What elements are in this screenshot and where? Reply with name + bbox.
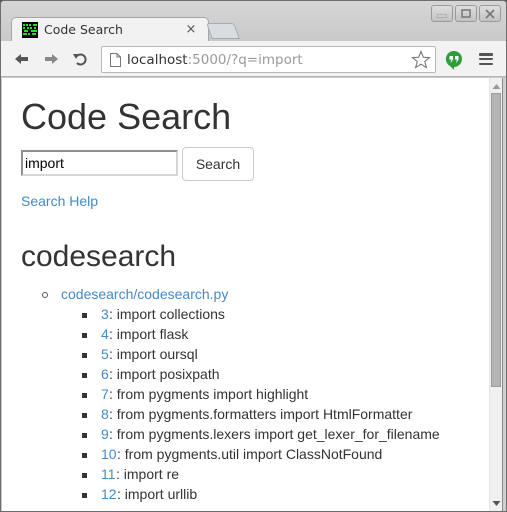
line-number-link[interactable]: 8 (101, 406, 109, 422)
line-number-link[interactable]: 12 (101, 486, 117, 502)
square-bullet-icon (82, 393, 87, 398)
vertical-scrollbar[interactable] (489, 78, 502, 511)
browser-window: Code Search × localhost:5000/?q=import C… (0, 0, 507, 512)
match-code: : import re (116, 466, 179, 482)
window-controls (431, 5, 501, 22)
scroll-up-arrow-icon[interactable] (492, 82, 501, 91)
close-window-button[interactable] (479, 5, 501, 22)
page-icon (110, 52, 121, 67)
match-text: import oursql (116, 346, 198, 362)
square-bullet-icon (82, 433, 87, 438)
match-code: : from pygments.lexers import get_lexer_… (109, 426, 440, 442)
search-help-link[interactable]: Search Help (21, 193, 98, 209)
square-bullet-icon (82, 493, 87, 498)
circle-bullet-icon (42, 292, 48, 298)
line-number-link[interactable]: 3 (101, 306, 109, 322)
maximize-icon (461, 9, 471, 18)
bookmark-star-icon[interactable] (411, 49, 431, 70)
forward-arrow-icon (45, 54, 58, 64)
line-number-link[interactable]: 5 (101, 346, 109, 362)
repository-title: codesearch (21, 240, 177, 273)
back-button[interactable] (13, 50, 31, 68)
match-text: import re (123, 466, 180, 482)
match-text: import flask (116, 326, 189, 342)
match-text: import urllib (124, 486, 198, 502)
browser-tab-content[interactable]: Code Search × (11, 17, 209, 42)
square-bullet-icon (82, 373, 87, 378)
square-bullet-icon (82, 453, 87, 458)
match-code: : from pygments.formatters import HtmlFo… (109, 406, 412, 422)
match-separator: : (109, 366, 117, 382)
match-text: from pygments.lexers import get_lexer_fo… (116, 426, 440, 442)
match-code: : import oursql (109, 346, 198, 362)
match-text: from pygments.formatters import HtmlForm… (116, 406, 413, 422)
match-code: : import posixpath (109, 366, 220, 382)
square-bullet-icon (82, 413, 87, 418)
scroll-down-arrow-icon[interactable] (492, 499, 501, 508)
url-path: :5000/?q=import (187, 51, 303, 68)
match-code: : import flask (109, 326, 188, 342)
chrome-menu-icon[interactable] (479, 53, 493, 66)
file-path-link[interactable]: codesearch/codesearch.py (61, 286, 228, 302)
forward-button[interactable] (42, 50, 60, 68)
line-number-link[interactable]: 7 (101, 386, 109, 402)
line-number-link[interactable]: 6 (101, 366, 109, 382)
match-separator: : (109, 386, 117, 402)
minimize-icon (437, 14, 447, 17)
hangouts-extension-icon[interactable] (445, 50, 463, 70)
page-viewport: Code Search Search Search Help codesearc… (2, 78, 489, 511)
match-separator: : (109, 426, 117, 442)
url-text[interactable]: localhost:5000/?q=import (127, 52, 411, 68)
match-separator: : (109, 306, 117, 322)
minimize-button[interactable] (431, 5, 453, 22)
match-text: import collections (116, 306, 225, 322)
address-bar[interactable]: localhost:5000/?q=import (101, 46, 436, 73)
codesearch-favicon-icon (22, 21, 38, 38)
match-code: : from pygments import highlight (109, 386, 308, 402)
square-bullet-icon (82, 473, 87, 478)
square-bullet-icon (82, 333, 87, 338)
reload-button[interactable] (71, 50, 89, 68)
page-title: Code Search (21, 96, 232, 137)
browser-toolbar: localhost:5000/?q=import (1, 41, 506, 77)
reload-icon (73, 53, 87, 66)
square-bullet-icon (82, 313, 87, 318)
search-button[interactable]: Search (182, 147, 254, 181)
match-code: : import collections (109, 306, 225, 322)
match-text: from pygments.util import ClassNotFound (124, 446, 383, 462)
new-tab-button[interactable] (206, 23, 240, 39)
match-separator: : (116, 466, 124, 482)
scrollbar-thumb[interactable] (491, 93, 501, 387)
url-host: localhost (127, 51, 188, 68)
match-separator: : (117, 446, 125, 462)
window-frame-edge (502, 78, 506, 511)
match-text: from pygments import highlight (116, 386, 309, 402)
maximize-button[interactable] (455, 5, 477, 22)
line-number-link[interactable]: 11 (101, 466, 116, 482)
close-icon (485, 8, 495, 19)
tab-close-icon[interactable]: × (183, 22, 199, 37)
line-number-link[interactable]: 9 (101, 426, 109, 442)
match-code: : from pygments.util import ClassNotFoun… (117, 446, 382, 462)
tab-title: Code Search (44, 22, 123, 37)
match-text: import posixpath (116, 366, 220, 382)
back-arrow-icon (15, 54, 28, 64)
square-bullet-icon (82, 353, 87, 358)
match-separator: : (117, 486, 125, 502)
search-input[interactable] (21, 150, 178, 176)
match-separator: : (109, 406, 117, 422)
match-code: : import urllib (117, 486, 197, 502)
match-separator: : (109, 346, 117, 362)
line-number-link[interactable]: 10 (101, 446, 117, 462)
match-separator: : (109, 326, 117, 342)
line-number-link[interactable]: 4 (101, 326, 109, 342)
